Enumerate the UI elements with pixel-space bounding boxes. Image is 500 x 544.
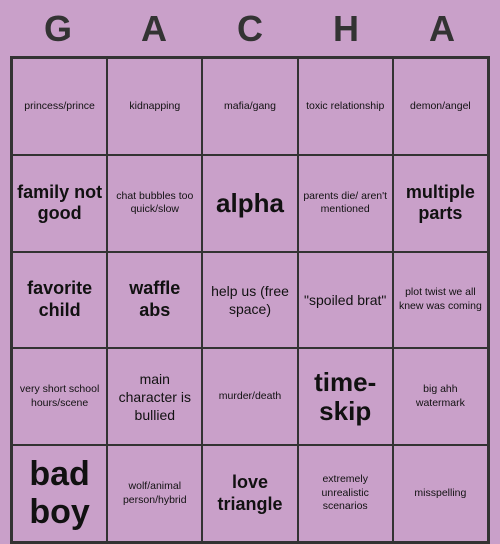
bingo-cell-6: chat bubbles too quick/slow bbox=[107, 155, 202, 252]
bingo-cell-9: multiple parts bbox=[393, 155, 488, 252]
bingo-cell-10: favorite child bbox=[12, 252, 107, 349]
bingo-cell-13: "spoiled brat" bbox=[298, 252, 393, 349]
bingo-cell-1: kidnapping bbox=[107, 58, 202, 155]
bingo-title: G A C H A bbox=[10, 0, 490, 56]
bingo-cell-15: very short school hours/scene bbox=[12, 348, 107, 445]
bingo-cell-3: toxic relationship bbox=[298, 58, 393, 155]
bingo-cell-14: plot twist we all knew was coming bbox=[393, 252, 488, 349]
title-letter-c: C bbox=[206, 8, 294, 50]
bingo-cell-12: help us (free space) bbox=[202, 252, 297, 349]
bingo-cell-2: mafia/gang bbox=[202, 58, 297, 155]
bingo-cell-16: main character is bullied bbox=[107, 348, 202, 445]
bingo-cell-0: princess/prince bbox=[12, 58, 107, 155]
title-letter-g: G bbox=[14, 8, 102, 50]
bingo-cell-21: wolf/animal person/hybrid bbox=[107, 445, 202, 542]
bingo-cell-7: alpha bbox=[202, 155, 297, 252]
bingo-cell-4: demon/angel bbox=[393, 58, 488, 155]
bingo-cell-23: extremely unrealistic scenarios bbox=[298, 445, 393, 542]
bingo-cell-11: waffle abs bbox=[107, 252, 202, 349]
bingo-cell-8: parents die/ aren't mentioned bbox=[298, 155, 393, 252]
bingo-cell-22: love triangle bbox=[202, 445, 297, 542]
bingo-cell-5: family not good bbox=[12, 155, 107, 252]
bingo-grid: princess/princekidnappingmafia/gangtoxic… bbox=[10, 56, 490, 544]
title-letter-a1: A bbox=[110, 8, 198, 50]
bingo-cell-24: misspelling bbox=[393, 445, 488, 542]
title-letter-h: H bbox=[302, 8, 390, 50]
bingo-cell-17: murder/death bbox=[202, 348, 297, 445]
bingo-cell-20: bad boy bbox=[12, 445, 107, 542]
bingo-cell-18: time-skip bbox=[298, 348, 393, 445]
title-letter-a2: A bbox=[398, 8, 486, 50]
bingo-cell-19: big ahh watermark bbox=[393, 348, 488, 445]
